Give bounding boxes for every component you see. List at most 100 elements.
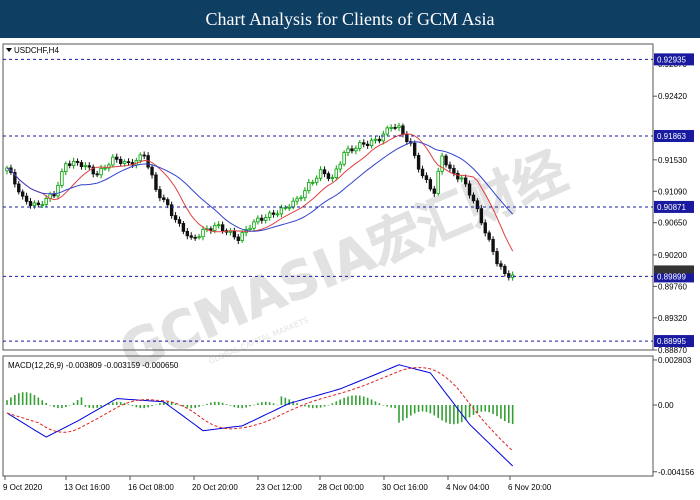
candle-body <box>150 166 154 176</box>
candle-body <box>303 190 307 199</box>
candle-body <box>236 236 240 241</box>
macd-histogram-bar <box>296 403 298 405</box>
time-tick-label: 9 Oct 2020 <box>3 483 43 492</box>
candle-body <box>197 236 201 239</box>
candle-body <box>318 169 323 179</box>
macd-histogram-bar <box>92 404 95 409</box>
time-tick-label: 6 Nov 20:00 <box>508 483 552 492</box>
level-label: 0.90871 <box>657 203 686 212</box>
candle-body <box>40 204 44 206</box>
candle-body <box>295 198 299 202</box>
macd-histogram-bar <box>178 404 181 406</box>
candle-body <box>79 162 84 168</box>
macd-histogram-bar <box>500 404 502 419</box>
candle-body <box>260 217 264 221</box>
candle-body <box>36 202 41 206</box>
macd-histogram-bar <box>202 404 204 406</box>
level-label: 0.89899 <box>657 272 686 281</box>
time-tick-label: 13 Oct 16:00 <box>64 483 110 492</box>
macd-histogram-bar <box>143 404 145 409</box>
macd-histogram-bar <box>315 404 318 409</box>
macd-histogram-bar <box>213 401 216 405</box>
candle-body <box>158 189 162 199</box>
macd-histogram-bar <box>351 395 353 405</box>
candle-body <box>169 204 174 217</box>
candle-body <box>216 224 221 227</box>
candle-body <box>271 212 276 215</box>
macd-histogram-bar <box>6 400 8 405</box>
candle-body <box>189 235 193 238</box>
candle-body <box>487 232 491 240</box>
macd-histogram-bar <box>112 402 114 405</box>
candle-body <box>362 142 366 145</box>
macd-histogram-bar <box>206 403 208 405</box>
macd-histogram-bar <box>261 402 263 405</box>
candle-body <box>103 167 107 170</box>
macd-histogram-bar <box>488 404 490 413</box>
macd-histogram-bar <box>65 404 67 408</box>
macd-histogram-bar <box>186 404 189 408</box>
macd-histogram-bar <box>437 404 439 418</box>
macd-signal-line <box>6 367 514 452</box>
macd-title: MACD(12,26,9) -0.003809 -0.003159 -0.000… <box>8 361 179 370</box>
candle-body <box>428 179 433 190</box>
time-tick-label: 30 Oct 16:00 <box>382 483 428 492</box>
macd-histogram-bar <box>49 404 51 406</box>
macd-histogram-bar <box>229 404 232 406</box>
macd-histogram-bar <box>323 404 326 407</box>
candle-body <box>503 265 507 275</box>
macd-histogram-bar <box>453 404 455 425</box>
macd-histogram-bar <box>449 404 451 424</box>
watermark-text: GCMASIA宏汇财经 <box>112 141 575 383</box>
price-tick-label: 0.91530 <box>658 156 687 165</box>
candle-body <box>17 183 21 193</box>
candle-body <box>350 148 354 152</box>
macd-histogram-bar <box>276 404 279 406</box>
candle-body <box>56 184 60 197</box>
macd-histogram-bar <box>221 402 224 405</box>
macd-histogram-bar <box>472 404 475 415</box>
candle-body <box>475 200 480 210</box>
macd-histogram-bar <box>311 404 314 409</box>
macd-histogram-bar <box>25 392 28 405</box>
candle-body <box>424 175 429 180</box>
candle-body <box>213 224 217 231</box>
trading-chart: GCMASIA宏汇财经 GLOBAL CAPITAL MARKETS USDCH… <box>2 43 695 492</box>
candle-body <box>373 138 378 141</box>
macd-histogram-bar <box>245 404 247 408</box>
macd-histogram-bar <box>445 404 447 423</box>
candle-body <box>264 217 268 221</box>
candle-body <box>193 236 197 239</box>
candle-body <box>220 224 225 231</box>
macd-histogram-bar <box>394 404 396 409</box>
candle-body <box>393 127 397 129</box>
macd-histogram-bar <box>511 404 514 425</box>
candle-body <box>412 142 417 156</box>
candle-body <box>377 138 382 142</box>
candle-body <box>369 139 374 146</box>
macd-histogram-bar <box>21 392 24 405</box>
level-label: 0.88995 <box>657 337 686 346</box>
candle-body <box>358 142 362 149</box>
macd-histogram-bar <box>421 404 424 412</box>
macd-histogram-bar <box>370 399 373 405</box>
candle-body <box>365 143 370 146</box>
candle-body <box>483 222 487 234</box>
candle-body <box>20 191 25 197</box>
macd-histogram-bar <box>390 404 392 408</box>
macd-histogram-bar <box>155 404 157 406</box>
candle-body <box>28 201 33 206</box>
macd-histogram-bar <box>17 393 20 405</box>
macd-histogram-bar <box>237 404 240 409</box>
macd-tick-label: -0.004156 <box>658 468 695 477</box>
macd-histogram-bar <box>96 404 98 408</box>
watermark: GCMASIA宏汇财经 GLOBAL CAPITAL MARKETS <box>111 141 575 384</box>
macd-histogram-bar <box>476 404 479 413</box>
candle-body <box>154 174 158 190</box>
price-tick-label: 0.91090 <box>658 187 687 196</box>
candle-body <box>248 227 252 230</box>
macd-histogram-bar <box>480 404 483 412</box>
macd-histogram-bar <box>257 403 259 405</box>
candle-body <box>64 163 68 173</box>
price-panel: USDCHF,H40.928700.924200.915300.910900.9… <box>2 43 694 355</box>
